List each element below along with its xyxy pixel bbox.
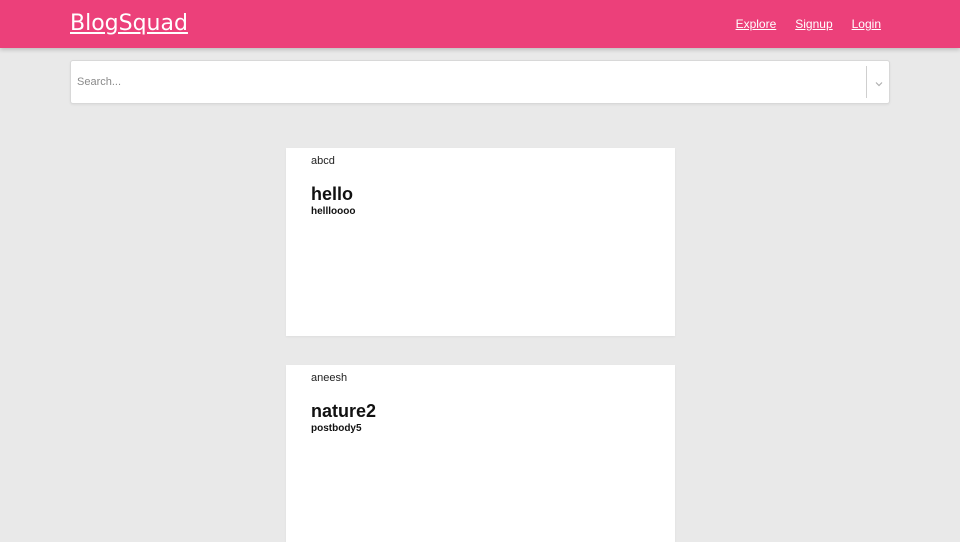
navbar: BlogSquad Explore Signup Login xyxy=(0,0,960,48)
post-title[interactable]: hello xyxy=(311,184,353,205)
post-author: abcd xyxy=(311,155,335,167)
post-card[interactable]: aneesh nature2 postbody5 xyxy=(286,365,675,542)
nav-link-signup[interactable]: Signup xyxy=(795,17,832,31)
post-card[interactable]: abcd hello hellloooo xyxy=(286,148,675,336)
brand-logo-link[interactable]: BlogSquad xyxy=(70,11,188,36)
nav-links: Explore Signup Login xyxy=(736,17,881,31)
nav-link-login[interactable]: Login xyxy=(852,17,881,31)
post-body: postbody5 xyxy=(311,423,362,434)
search-box xyxy=(70,60,890,104)
search-input[interactable] xyxy=(72,62,862,102)
search-divider xyxy=(866,66,867,98)
post-author: aneesh xyxy=(311,372,348,384)
post-title[interactable]: nature2 xyxy=(311,401,376,422)
post-body: hellloooo xyxy=(311,206,356,217)
nav-link-explore[interactable]: Explore xyxy=(736,17,777,31)
chevron-down-icon[interactable] xyxy=(874,76,884,87)
